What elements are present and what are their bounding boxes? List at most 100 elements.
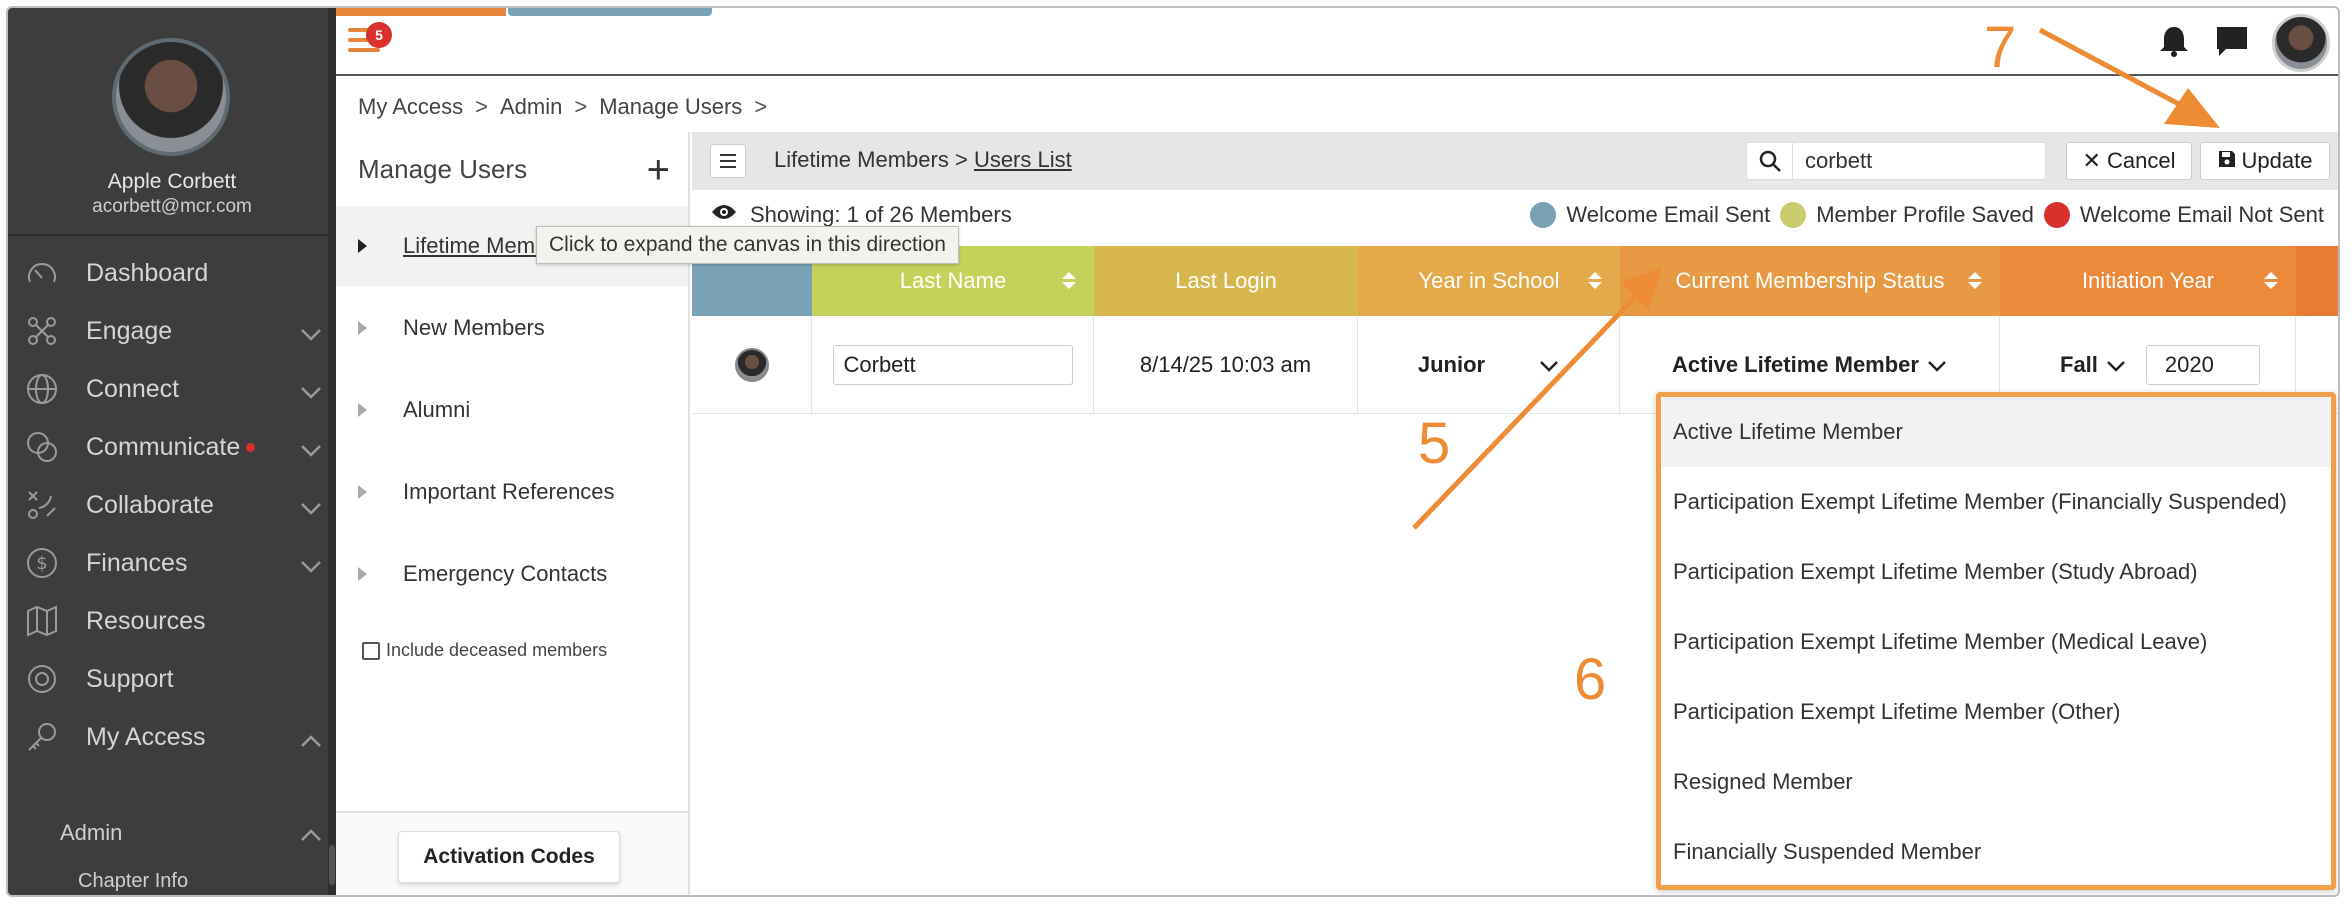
status-option[interactable]: Participation Exempt Lifetime Member (Ot… [1661,677,2331,747]
last-login-cell: 8/14/25 10:03 am [1094,316,1358,414]
nav-item-collaborate[interactable]: Collaborate [8,476,336,534]
chevron-down-icon [2106,352,2126,378]
year-in-school-select[interactable]: Junior [1358,316,1620,414]
status-option[interactable]: Participation Exempt Lifetime Member (St… [1661,537,2331,607]
group-item-new-members[interactable]: New Members [336,288,688,368]
list-breadcrumb-group: Lifetime Members [774,147,949,172]
nav-item-communicate[interactable]: Communicate [8,418,336,476]
update-button[interactable]: Update [2200,142,2330,180]
nav-item-engage[interactable]: Engage [8,302,336,360]
breadcrumb-item[interactable]: My Access [358,94,463,120]
caret-right-icon [358,485,367,499]
last-name-field[interactable]: Corbett [832,345,1073,385]
divider [8,234,336,236]
message-icon[interactable] [2214,23,2250,64]
breadcrumb-separator: > [754,94,768,119]
list-breadcrumb: Lifetime Members > Users List [774,147,1072,173]
avatar[interactable] [734,348,769,382]
nav-label: Support [86,664,174,693]
group-item-emergency-contacts[interactable]: Emergency Contacts [336,534,688,614]
nav-label: My Access [86,722,206,751]
cancel-label: Cancel [2106,148,2176,173]
group-label: Important References [403,479,615,504]
user-name: Apple Corbett [107,170,237,193]
app-window: Apple Corbett acorbett@mcr.com Dashboard… [6,6,2340,897]
caret-right-icon [358,567,367,581]
chevron-down-icon [300,378,322,407]
initiation-year-field[interactable]: 2020 [2145,345,2260,385]
sort-icon[interactable] [1968,272,1982,289]
nav-label: Communicate [86,432,241,461]
group-label: Alumni [403,397,471,422]
column-label: Last Name [899,268,1007,293]
add-group-button[interactable]: + [647,150,670,190]
column-label: Last Login [1175,268,1277,293]
nav-sub-chapter-info[interactable]: Chapter Info [78,870,188,893]
column-header-membership-status[interactable]: Current Membership Status [1620,246,2000,316]
nav-item-finances[interactable]: $ Finances [8,534,336,592]
checkbox-box[interactable] [362,641,380,660]
initiation-term-select[interactable]: Fall [2060,352,2126,378]
group-item-alumni[interactable]: Alumni [336,370,688,450]
search-input[interactable] [1793,148,2033,174]
search-box[interactable] [1746,142,2046,180]
column-header-initiation-year[interactable]: Initiation Year [2000,246,2296,316]
globe-icon [22,369,62,409]
sort-icon[interactable] [1588,272,1602,289]
search-icon[interactable] [1747,143,1793,179]
header-accent-tab-secondary [508,8,712,16]
last-name-cell: Corbett [812,316,1094,414]
close-icon: ✕ [2082,148,2101,173]
status-option[interactable]: Resigned Member [1661,747,2331,817]
column-header-extra [2296,246,2338,316]
group-item-important-references[interactable]: Important References [336,452,688,532]
column-header-year-in-school[interactable]: Year in School [1358,246,1620,316]
cancel-button[interactable]: ✕ Cancel [2066,142,2192,180]
header-accent-tab [336,8,506,16]
header-actions [2156,14,2330,72]
sort-icon[interactable] [1062,272,1076,289]
status-option[interactable]: Active Lifetime Member [1661,397,2331,467]
chevron-down-icon [300,552,322,581]
status-option[interactable]: Participation Exempt Lifetime Member (Fi… [1661,467,2331,537]
user-avatar[interactable] [112,38,230,156]
group-label: New Members [403,315,545,340]
nav-item-connect[interactable]: Connect [8,360,336,418]
lifebuoy-icon [22,659,62,699]
status-option[interactable]: Participation Exempt Lifetime Member (Me… [1661,607,2331,677]
list-toolbar: Lifetime Members > Users List ✕ Cancel U… [692,132,2338,190]
nav-item-dashboard[interactable]: Dashboard [8,244,336,302]
nav-item-support[interactable]: Support [8,650,336,708]
status-option[interactable]: Financially Suspended Member [1661,817,2331,887]
column-header-last-login[interactable]: Last Login [1094,246,1358,316]
include-deceased-checkbox[interactable]: Include deceased members [362,640,607,661]
breadcrumb-item[interactable]: Manage Users [599,94,742,120]
chevron-down-icon [300,320,322,349]
column-label: Initiation Year [2081,268,2215,293]
breadcrumb-separator: > [954,147,974,172]
sidebar-nav: Apple Corbett acorbett@mcr.com Dashboard… [8,8,336,895]
bell-icon[interactable] [2156,23,2192,64]
showing-count: Showing: 1 of 26 Members [710,202,1012,228]
nav-item-resources[interactable]: Resources [8,592,336,650]
nav-label: Collaborate [86,490,214,519]
header-avatar[interactable] [2272,14,2330,72]
expand-canvas-tooltip: Click to expand the canvas in this direc… [536,226,959,264]
chat-bubbles-icon [22,427,62,467]
eye-icon[interactable] [710,202,738,228]
chevron-up-icon [300,726,322,755]
breadcrumb-item[interactable]: Admin [500,94,562,120]
nav-item-my-access[interactable]: My Access [8,708,336,766]
nav-label: Connect [86,374,180,403]
sort-icon[interactable] [2264,272,2278,289]
select-value: Junior [1417,352,1486,377]
key-icon [22,717,62,757]
list-menu-button[interactable] [710,144,746,178]
activation-codes-button[interactable]: Activation Codes [398,831,620,883]
chevron-down-icon [300,436,322,465]
users-list-link[interactable]: Users List [974,147,1072,172]
user-email: acorbett@mcr.com [92,196,252,217]
legend-label: Welcome Email Not Sent [2079,202,2324,227]
nav-sub-admin[interactable]: Admin [60,820,122,846]
sidebar-scrollbar[interactable] [328,8,336,895]
